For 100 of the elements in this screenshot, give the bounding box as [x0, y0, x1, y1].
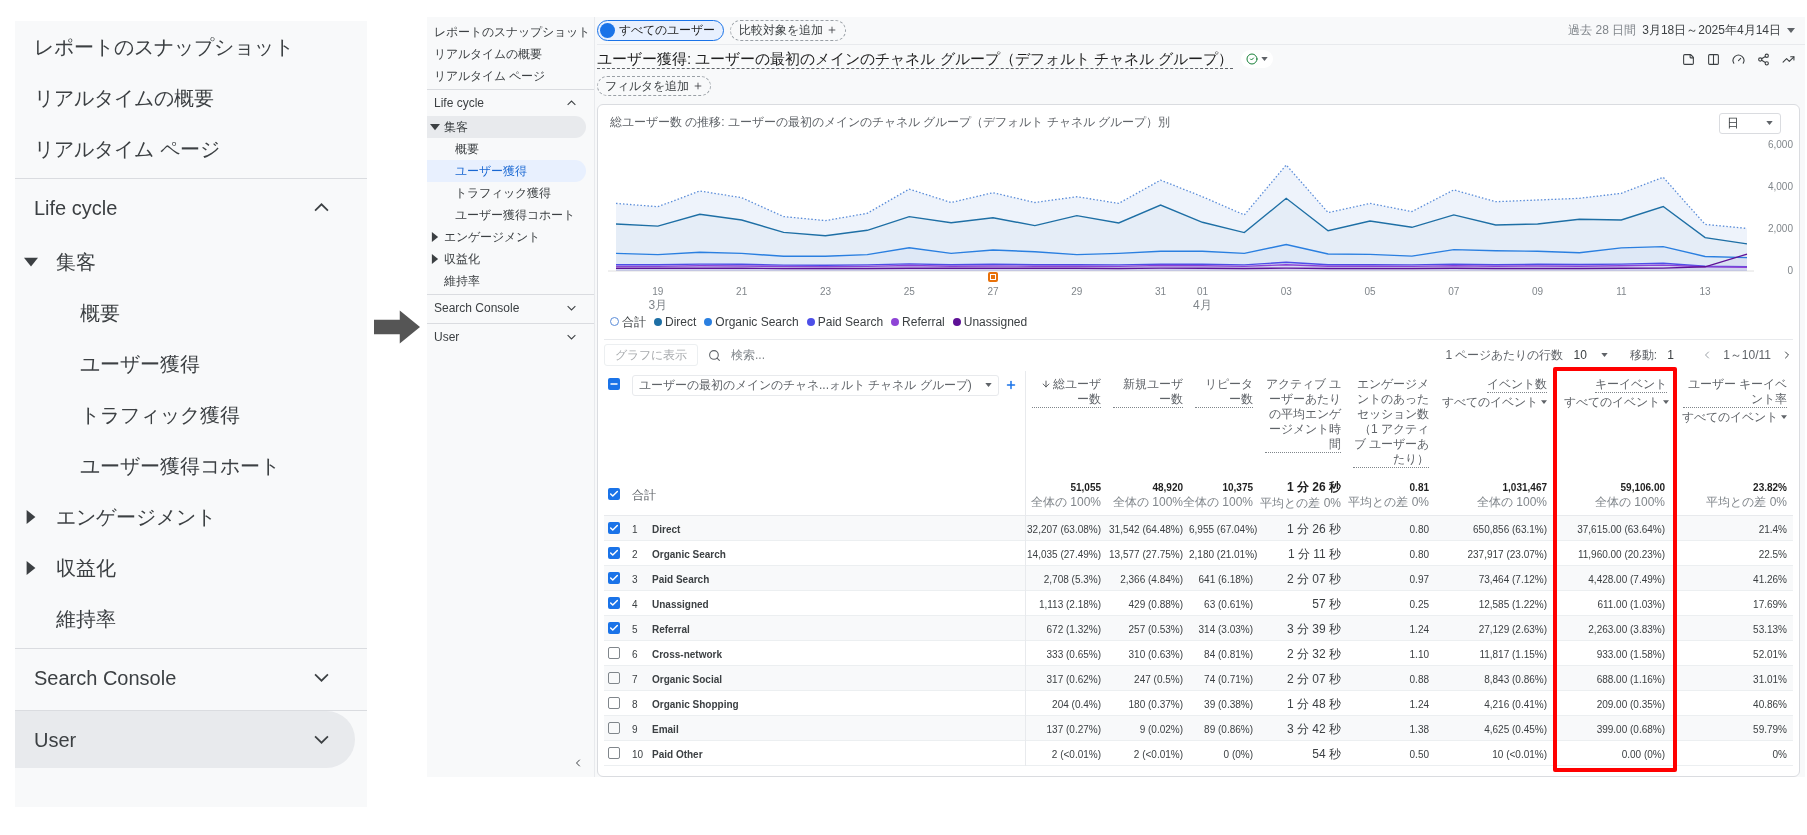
table-row[interactable]: 1 Direct 32,207 (63.08%) 31,542 (64.48%) 6,955 (67.04%) 1 分 26 秒 0.80 650,856 (63.1%) 37,615.00 (63.64%) 21.4% [604, 515, 1793, 541]
nav-item[interactable]: リアルタイムの概要 [15, 72, 355, 123]
search-field[interactable]: 検索... [731, 346, 931, 364]
status-chip[interactable] [1240, 50, 1273, 69]
nav-item[interactable]: ユーザー獲得 [427, 160, 586, 182]
table-row[interactable]: 5 Referral 672 (1.32%) 257 (0.53%) 314 (3.03%) 3 分 39 秒 1.24 27,129 (2.63%) 2,263.00 (3.83%) 53.13% [604, 615, 1793, 641]
checkbox[interactable] [608, 672, 620, 684]
nav-item[interactable]: 概要 [427, 138, 586, 160]
axis-label: 25 [903, 285, 915, 297]
nav-group[interactable]: 集客 [427, 116, 586, 138]
row-number: 10 [632, 749, 644, 760]
column-header[interactable]: アクティブ ユーザーあたりの平均エンゲージメント時間 [1265, 376, 1341, 453]
table-cell: 429 (0.88%) [1128, 599, 1183, 610]
channel-name: Direct [652, 524, 681, 535]
section-header[interactable]: User [427, 324, 586, 350]
nav-item[interactable]: 概要 [15, 287, 355, 338]
table-row[interactable]: 6 Cross-network 333 (0.65%) 310 (0.63%) 84 (0.81%) 2 分 32 秒 1.10 11,817 (1.15%) 933.00 (1.58%) 52.01% [604, 640, 1793, 666]
column-header[interactable]: エンゲージメントのあったセッション数（1 アクティブ ユーザーあたり） [1353, 376, 1429, 468]
nav-item[interactable]: リアルタイム ページ [15, 123, 355, 174]
table-row[interactable]: 9 Email 137 (0.27%) 9 (0.02%) 89 (0.86%) 3 分 42 秒 1.38 4,625 (0.45%) 399.00 (0.68%) 59.79% [604, 715, 1793, 741]
columns-icon[interactable] [1707, 52, 1720, 66]
note-icon[interactable] [1682, 52, 1695, 66]
checkbox[interactable] [608, 622, 620, 634]
event-filter-dropdown[interactable]: すべてのイベント [1564, 394, 1669, 410]
add-dimension-icon[interactable] [1004, 379, 1017, 391]
checkbox[interactable] [608, 697, 620, 709]
legend-label[interactable]: Unassigned [963, 312, 1028, 331]
table-cell: 933.00 (1.58%) [1596, 649, 1665, 660]
table-row[interactable]: 8 Organic Shopping 204 (0.4%) 180 (0.37%) 39 (0.38%) 1 分 48 秒 1.24 4,216 (0.41%) 209.00 (0.35%) 40.86% [604, 690, 1793, 716]
axis-label: 2,000 [1767, 222, 1793, 234]
table-row[interactable]: 4 Unassigned 1,113 (2.18%) 429 (0.88%) 63 (0.61%) 57 秒 0.25 12,585 (1.22%) 611.00 (1.03%) 17.69% [604, 590, 1793, 616]
gauge-icon[interactable] [1732, 52, 1745, 66]
nav-item[interactable]: トラフィック獲得 [15, 389, 355, 440]
plus-icon [693, 80, 703, 91]
channel-name: Paid Other [652, 749, 703, 760]
rows-per-page-select[interactable]: 10 [1573, 346, 1608, 364]
table-row[interactable]: 3 Paid Search 2,708 (5.3%) 2,366 (4.84%) 641 (6.18%) 2 分 07 秒 0.97 73,464 (7.12%) 4,428.00 (7.49%) 41.26% [604, 565, 1793, 591]
total-value: 1 分 26 秒 [1287, 479, 1341, 497]
nav-group[interactable]: エンゲージメント [15, 491, 355, 542]
table-row[interactable]: 7 Organic Social 317 (0.62%) 247 (0.5%) 74 (0.71%) 2 分 07 秒 0.88 8,843 (0.86%) 688.00 (1.16%) 31.01% [604, 665, 1793, 691]
section-header[interactable]: Search Console [15, 649, 355, 706]
section-header[interactable]: Life cycle [15, 179, 355, 236]
channel-name: Unassigned [652, 599, 709, 610]
nav-item[interactable]: 維持率 [15, 593, 355, 644]
axis-label: 07 [1448, 285, 1460, 297]
legend-label[interactable]: Direct [665, 312, 697, 331]
segment-chip[interactable]: すべてのユーザー [597, 19, 724, 41]
checkbox[interactable] [608, 547, 620, 559]
checkbox[interactable] [608, 377, 620, 390]
checkbox[interactable] [608, 647, 620, 659]
nav-item[interactable]: リアルタイムの概要 [427, 43, 586, 65]
table-cell: 257 (0.53%) [1128, 624, 1183, 635]
goto-field[interactable]: 1 [1667, 346, 1692, 364]
nav-item[interactable]: レポートのスナップショット [427, 21, 586, 43]
caret-down-icon [984, 383, 992, 387]
column-header[interactable]: ユーザー キーイベント率 [1683, 376, 1787, 408]
event-filter-dropdown[interactable]: すべてのイベント [1442, 394, 1547, 410]
nav-item[interactable]: ユーザー獲得 [15, 338, 355, 389]
checkbox[interactable] [608, 522, 620, 534]
total-value: 10,375 [1222, 480, 1253, 495]
column-header[interactable]: 総ユーザー数 [1031, 376, 1101, 408]
table-cell: 63 (0.61%) [1204, 599, 1253, 610]
section-header[interactable]: User [15, 711, 355, 768]
checkbox[interactable] [608, 747, 620, 759]
nav-item[interactable]: 維持率 [427, 270, 586, 292]
nav-group[interactable]: エンゲージメント [427, 226, 586, 248]
legend-label[interactable]: 合計 [622, 312, 646, 331]
checkbox[interactable] [608, 488, 620, 501]
checkbox[interactable] [608, 597, 620, 609]
column-header[interactable]: イベント数 [1487, 376, 1547, 393]
nav-group[interactable]: 収益化 [15, 542, 355, 593]
nav-item[interactable]: レポートのスナップショット [15, 21, 355, 72]
table-cell: 27,129 (2.63%) [1478, 624, 1547, 635]
nav-group[interactable]: 集客 [15, 236, 355, 287]
legend-label[interactable]: Paid Search [817, 312, 884, 331]
nav-item[interactable]: ユーザー獲得コホート [427, 204, 586, 226]
checkbox[interactable] [608, 572, 620, 584]
table-cell: 310 (0.63%) [1128, 649, 1183, 660]
date-range[interactable]: 3月18日～2025年4月14日 [1642, 21, 1781, 40]
nav-group[interactable]: 収益化 [427, 248, 586, 270]
share-icon[interactable] [1757, 52, 1770, 66]
legend-label[interactable]: Referral [902, 312, 945, 331]
nav-item[interactable]: トラフィック獲得 [427, 182, 586, 204]
nav-item[interactable]: ユーザー獲得コホート [15, 440, 355, 491]
dimension-dropdown[interactable]: ユーザーの最初のメインのチャネ...ォルト チャネル グループ) [632, 374, 999, 396]
table-row[interactable]: 10 Paid Other 2 (<0.01%) 2 (<0.01%) 0 (0%) 54 秒 0.50 10 (<0.01%) 0.00 (0%) 0% [604, 740, 1793, 766]
table-cell: 333 (0.65%) [1046, 649, 1101, 660]
column-header[interactable]: キーイベント [1595, 376, 1667, 393]
legend-label[interactable]: Organic Search [715, 312, 799, 331]
section-header[interactable]: Search Console [427, 295, 586, 321]
event-marker-icon[interactable] [988, 271, 998, 282]
nav-item[interactable]: リアルタイム ページ [427, 65, 586, 87]
column-header[interactable]: リピーター数 [1195, 376, 1253, 408]
event-filter-dropdown[interactable]: すべてのイベント [1682, 409, 1787, 425]
table-row[interactable]: 2 Organic Search 14,035 (27.49%) 13,577 (27.75%) 2,180 (21.01%) 1 分 11 秒 0.80 237,917 (23.07%) 11,960.00 (20.23%) 22.5% [604, 540, 1793, 566]
interval-dropdown[interactable]: 日 [1719, 112, 1781, 134]
check-icon [609, 548, 619, 558]
column-header[interactable]: 新規ユーザー数 [1113, 376, 1183, 408]
checkbox[interactable] [608, 722, 620, 734]
section-header[interactable]: Life cycle [427, 90, 586, 116]
